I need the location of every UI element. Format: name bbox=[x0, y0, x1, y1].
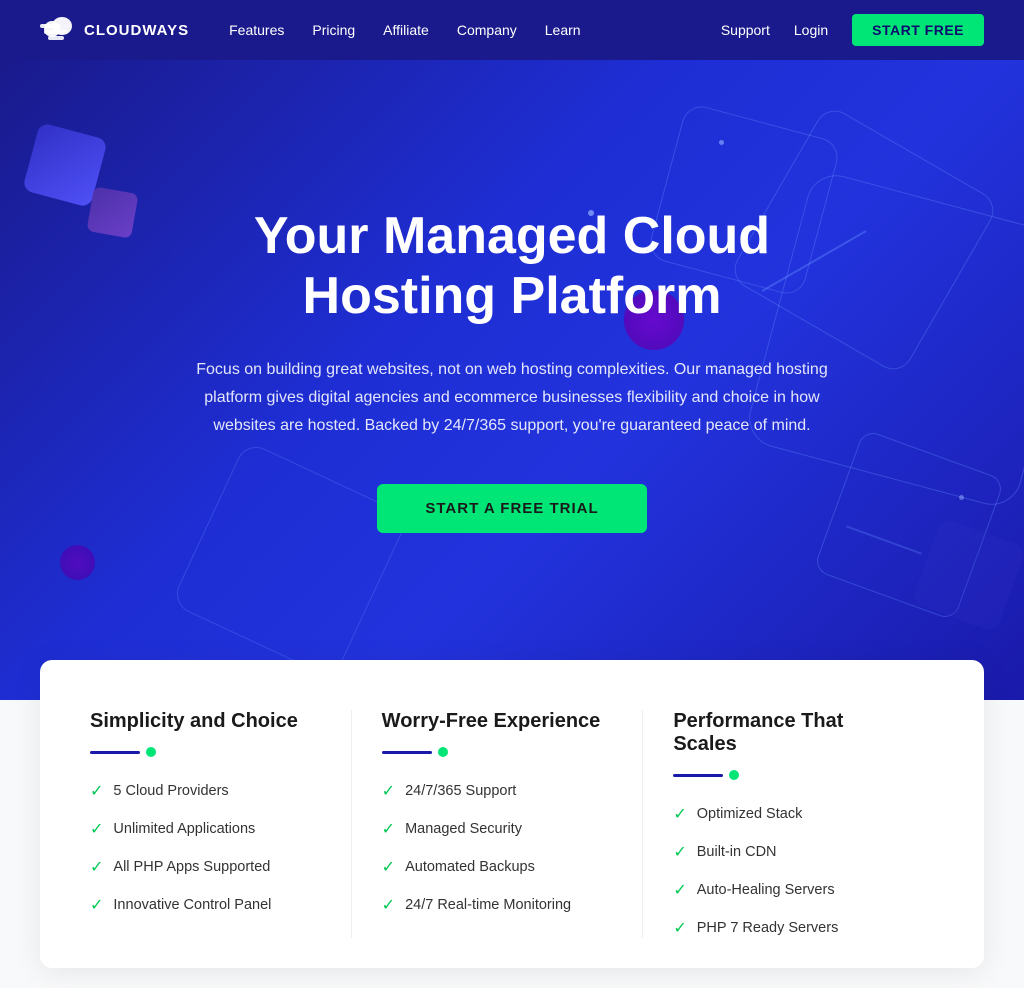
feature-heading-performance: Performance That Scales bbox=[673, 710, 904, 756]
list-item: ✓Innovative Control Panel bbox=[90, 895, 321, 915]
deco-orb2 bbox=[60, 545, 95, 580]
check-icon: ✓ bbox=[673, 880, 686, 900]
hero-trial-button[interactable]: START A FREE TRIAL bbox=[377, 484, 646, 533]
check-icon: ✓ bbox=[382, 819, 395, 839]
list-item: ✓Automated Backups bbox=[382, 857, 613, 877]
feature-divider-performance bbox=[673, 770, 904, 780]
hero-title: Your Managed Cloud Hosting Platform bbox=[152, 207, 872, 327]
deco-cube2 bbox=[86, 186, 138, 238]
feature-col-performance: Performance That Scales ✓Optimized Stack… bbox=[643, 710, 934, 938]
feature-list-simplicity: ✓5 Cloud Providers ✓Unlimited Applicatio… bbox=[90, 781, 321, 915]
list-item: ✓PHP 7 Ready Servers bbox=[673, 918, 904, 938]
feature-col-worry-free: Worry-Free Experience ✓24/7/365 Support … bbox=[352, 710, 644, 938]
list-item: ✓Built-in CDN bbox=[673, 842, 904, 862]
feature-heading-simplicity: Simplicity and Choice bbox=[90, 710, 321, 733]
deco-cube1 bbox=[22, 122, 108, 208]
hero-section: Your Managed Cloud Hosting Platform Focu… bbox=[0, 60, 1024, 700]
nav-login[interactable]: Login bbox=[794, 22, 828, 38]
divider-bar bbox=[90, 751, 140, 754]
divider-dot bbox=[438, 747, 448, 757]
check-icon: ✓ bbox=[673, 842, 686, 862]
check-icon: ✓ bbox=[382, 857, 395, 877]
feature-divider-simplicity bbox=[90, 747, 321, 757]
check-icon: ✓ bbox=[90, 895, 103, 915]
deco-hex-outline bbox=[170, 440, 409, 679]
cloudways-logo-icon bbox=[40, 16, 76, 44]
divider-dot bbox=[729, 770, 739, 780]
deco-dot2 bbox=[719, 140, 724, 145]
feature-col-simplicity: Simplicity and Choice ✓5 Cloud Providers… bbox=[90, 710, 352, 938]
list-item: ✓24/7/365 Support bbox=[382, 781, 613, 801]
list-item: ✓24/7 Real-time Monitoring bbox=[382, 895, 613, 915]
deco-dot3 bbox=[959, 495, 964, 500]
divider-dot bbox=[146, 747, 156, 757]
navbar-start-free-button[interactable]: START FREE bbox=[852, 14, 984, 46]
nav-features[interactable]: Features bbox=[229, 22, 284, 38]
nav-support[interactable]: Support bbox=[721, 22, 770, 38]
check-icon: ✓ bbox=[90, 857, 103, 877]
features-section: Simplicity and Choice ✓5 Cloud Providers… bbox=[0, 660, 1024, 988]
check-icon: ✓ bbox=[382, 895, 395, 915]
list-item: ✓5 Cloud Providers bbox=[90, 781, 321, 801]
feature-divider-worry-free bbox=[382, 747, 613, 757]
features-card: Simplicity and Choice ✓5 Cloud Providers… bbox=[40, 660, 984, 968]
navbar: CLOUDWAYS Features Pricing Affiliate Com… bbox=[0, 0, 1024, 60]
deco-hex4 bbox=[813, 429, 1005, 621]
hero-subtitle: Focus on building great websites, not on… bbox=[172, 356, 852, 440]
list-item: ✓Auto-Healing Servers bbox=[673, 880, 904, 900]
divider-bar bbox=[673, 774, 723, 777]
feature-list-worry-free: ✓24/7/365 Support ✓Managed Security ✓Aut… bbox=[382, 781, 613, 915]
check-icon: ✓ bbox=[90, 781, 103, 801]
nav-pricing[interactable]: Pricing bbox=[312, 22, 355, 38]
check-icon: ✓ bbox=[673, 918, 686, 938]
list-item: ✓All PHP Apps Supported bbox=[90, 857, 321, 877]
check-icon: ✓ bbox=[673, 804, 686, 824]
navbar-right: Support Login START FREE bbox=[721, 14, 984, 46]
nav-learn[interactable]: Learn bbox=[545, 22, 581, 38]
feature-list-performance: ✓Optimized Stack ✓Built-in CDN ✓Auto-Hea… bbox=[673, 804, 904, 938]
feature-heading-worry-free: Worry-Free Experience bbox=[382, 710, 613, 733]
nav-affiliate[interactable]: Affiliate bbox=[383, 22, 429, 38]
deco-cube3 bbox=[911, 517, 1024, 632]
navbar-links: Features Pricing Affiliate Company Learn bbox=[229, 22, 721, 38]
list-item: ✓Unlimited Applications bbox=[90, 819, 321, 839]
divider-bar bbox=[382, 751, 432, 754]
brand-name: CLOUDWAYS bbox=[84, 22, 189, 39]
list-item: ✓Managed Security bbox=[382, 819, 613, 839]
check-icon: ✓ bbox=[90, 819, 103, 839]
deco-line2 bbox=[846, 525, 922, 554]
list-item: ✓Optimized Stack bbox=[673, 804, 904, 824]
check-icon: ✓ bbox=[382, 781, 395, 801]
logo[interactable]: CLOUDWAYS bbox=[40, 16, 189, 44]
nav-company[interactable]: Company bbox=[457, 22, 517, 38]
